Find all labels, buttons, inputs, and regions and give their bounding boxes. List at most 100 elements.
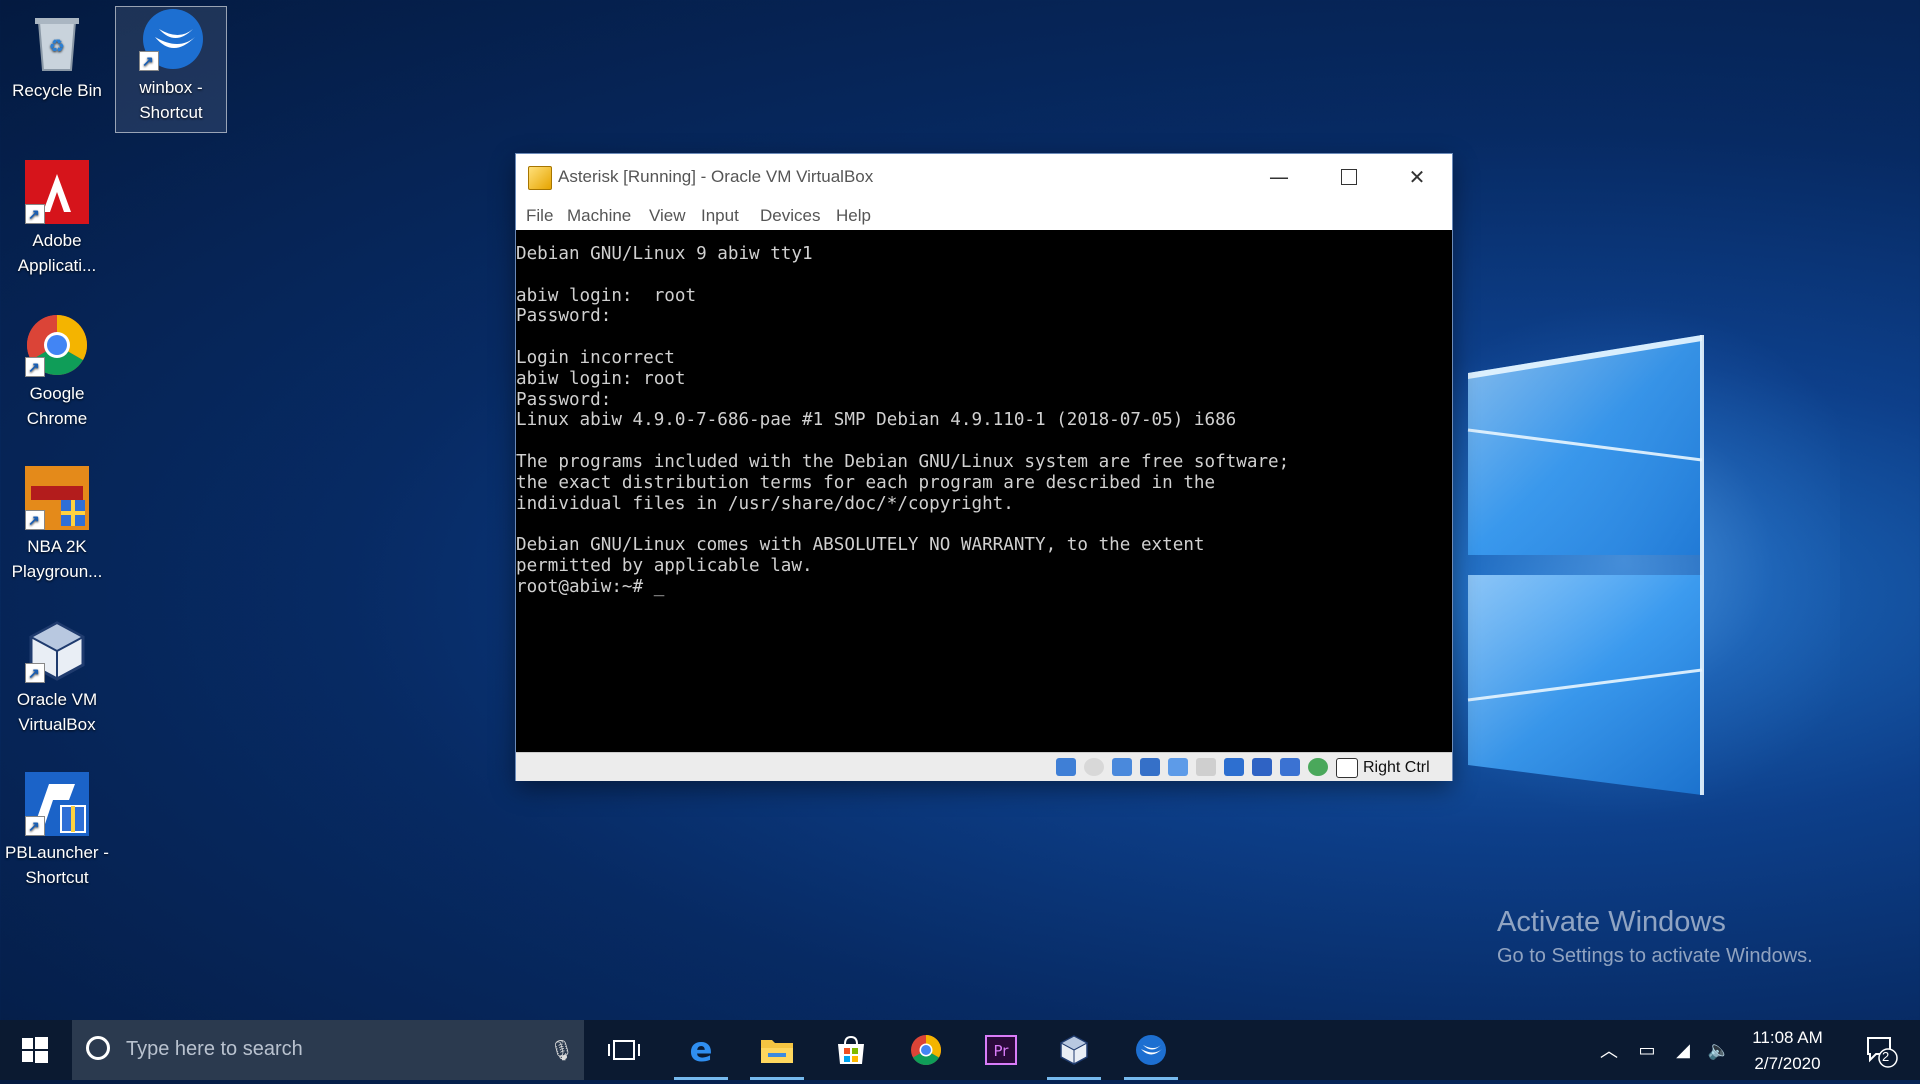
shortcut-arrow-icon (139, 49, 159, 74)
chrome-icon (25, 313, 89, 380)
windows-logo-background (1467, 335, 1704, 795)
desktop-icon-label: Google Chrome (26, 384, 88, 428)
desktop-icon-label: PBLauncher - Shortcut (5, 843, 109, 887)
desktop-icon-pblauncher[interactable]: PBLauncher - Shortcut (2, 772, 112, 890)
optical-drive-icon[interactable] (1084, 758, 1104, 776)
pblauncher-icon (25, 772, 89, 839)
menu-devices[interactable]: Devices (760, 206, 820, 226)
taskbar-store[interactable] (820, 1020, 882, 1080)
folder-icon (761, 1040, 793, 1063)
recycle-bin-icon: ♻ (25, 10, 89, 74)
virtualbox-icon (25, 619, 89, 686)
desktop-icon-label: winbox - Shortcut (139, 78, 203, 122)
video-capture-icon[interactable] (1252, 758, 1272, 776)
taskbar-premiere[interactable]: Pr (970, 1020, 1032, 1080)
activate-title: Activate Windows (1497, 906, 1726, 938)
svg-text:Pr: Pr (994, 1042, 1010, 1060)
desktop-icon-winbox[interactable]: winbox - Shortcut (115, 6, 227, 133)
start-button[interactable] (0, 1020, 70, 1080)
show-hidden-icons-button[interactable]: ︿ (1596, 1020, 1622, 1080)
menu-bar: File Machine View Input Devices Help (516, 200, 1452, 230)
microphone-icon[interactable]: 🎙 (549, 1038, 574, 1062)
keyboard-capture-icon[interactable] (1336, 758, 1358, 778)
premiere-icon: Pr (985, 1035, 1017, 1065)
maximize-button[interactable] (1314, 154, 1384, 200)
taskbar-search-box[interactable]: Type here to search 🎙 (72, 1020, 584, 1080)
cpu-icon[interactable] (1280, 758, 1300, 776)
hard-disk-icon[interactable] (1056, 758, 1076, 776)
network-icon[interactable] (1140, 758, 1160, 776)
shortcut-arrow-icon (25, 202, 45, 227)
chevron-up-icon: ︿ (1600, 1041, 1618, 1062)
taskbar-file-explorer[interactable] (746, 1020, 808, 1080)
close-button[interactable]: ✕ (1382, 154, 1452, 200)
usb-icon[interactable] (1168, 758, 1188, 776)
shared-folders-icon[interactable] (1196, 758, 1216, 776)
taskbar-chrome[interactable] (895, 1020, 957, 1080)
audio-icon[interactable] (1112, 758, 1132, 776)
task-view-icon (608, 1040, 640, 1060)
virtualbox-window[interactable]: Asterisk [Running] - Oracle VM VirtualBo… (516, 154, 1452, 781)
shortcut-arrow-icon (25, 814, 45, 839)
adobe-icon (25, 160, 89, 227)
desktop-icon-virtualbox[interactable]: Oracle VM VirtualBox (2, 619, 112, 737)
desktop-icon-label: Oracle VM VirtualBox (16, 690, 98, 734)
menu-input[interactable]: Input (701, 206, 739, 226)
clock-date: 2/7/2020 (1754, 1054, 1821, 1073)
shortcut-arrow-icon (25, 508, 45, 533)
edge-icon: e (689, 1030, 713, 1070)
battery-icon: ▭ (1638, 1039, 1656, 1061)
chrome-icon (911, 1035, 942, 1066)
mouse-integration-icon[interactable] (1308, 758, 1328, 776)
search-placeholder: Type here to search (126, 1038, 303, 1060)
taskbar: Type here to search 🎙 e Pr ︿ ▭ ◢ 🔈 11:08… (0, 1020, 1920, 1080)
minimize-icon: — (1269, 165, 1289, 189)
desktop-icon-label: Recycle Bin (12, 81, 102, 100)
desktop-icon-recycle-bin[interactable]: ♻ Recycle Bin (2, 10, 112, 103)
taskbar-clock[interactable]: 11:08 AM 2/7/2020 (1735, 1025, 1840, 1077)
desktop-icon-adobe[interactable]: Adobe Applicati... (2, 160, 112, 278)
svg-text:♻: ♻ (49, 36, 65, 57)
wifi-icon: ◢ (1676, 1039, 1690, 1061)
desktop-icon-label: Adobe Applicati... (17, 231, 97, 275)
shortcut-arrow-icon (25, 661, 45, 686)
close-icon: ✕ (1408, 165, 1426, 189)
taskbar-edge[interactable]: e (670, 1020, 732, 1080)
display-icon[interactable] (1224, 758, 1244, 776)
console-text: Debian GNU/Linux 9 abiw tty1 abiw login:… (516, 244, 1290, 597)
action-center-button[interactable]: 2 (1850, 1020, 1910, 1080)
shortcut-arrow-icon (25, 355, 45, 380)
task-view-button[interactable] (593, 1020, 655, 1080)
vm-console[interactable]: Debian GNU/Linux 9 abiw tty1 abiw login:… (516, 230, 1452, 752)
host-key-label: Right Ctrl (1363, 759, 1430, 776)
virtualbox-icon (1059, 1035, 1089, 1065)
desktop-icon-chrome[interactable]: Google Chrome (2, 313, 112, 431)
menu-machine[interactable]: Machine (567, 206, 631, 226)
activate-subtitle: Go to Settings to activate Windows. (1497, 945, 1813, 967)
speaker-icon: 🔈 (1707, 1039, 1731, 1061)
menu-file[interactable]: File (526, 206, 553, 226)
cortana-icon (86, 1036, 110, 1060)
menu-help[interactable]: Help (836, 206, 871, 226)
menu-view[interactable]: View (649, 206, 686, 226)
battery-tray[interactable]: ▭ (1632, 1020, 1662, 1080)
desktop-icon-nba2k[interactable]: NBA 2K Playgroun... (2, 466, 112, 584)
window-titlebar[interactable]: Asterisk [Running] - Oracle VM VirtualBo… (516, 154, 1452, 200)
window-title: Asterisk [Running] - Oracle VM VirtualBo… (558, 167, 874, 186)
notification-count-badge: 2 (1882, 1049, 1890, 1064)
desktop-icon-label: NBA 2K Playgroun... (11, 537, 103, 581)
virtualbox-app-icon (528, 166, 552, 190)
windows-start-icon (22, 1037, 48, 1063)
volume-tray[interactable]: 🔈 (1704, 1020, 1734, 1080)
network-tray[interactable]: ◢ (1668, 1020, 1698, 1080)
status-bar: Right Ctrl (516, 752, 1452, 781)
notification-icon (1867, 1037, 1898, 1068)
minimize-button[interactable]: — (1244, 154, 1314, 200)
winbox-icon (139, 7, 203, 74)
maximize-icon (1341, 169, 1357, 185)
winbox-icon (1136, 1035, 1166, 1065)
store-icon (838, 1035, 864, 1064)
clock-time: 11:08 AM (1752, 1028, 1823, 1047)
taskbar-virtualbox[interactable] (1043, 1020, 1105, 1080)
taskbar-winbox[interactable] (1120, 1020, 1182, 1080)
